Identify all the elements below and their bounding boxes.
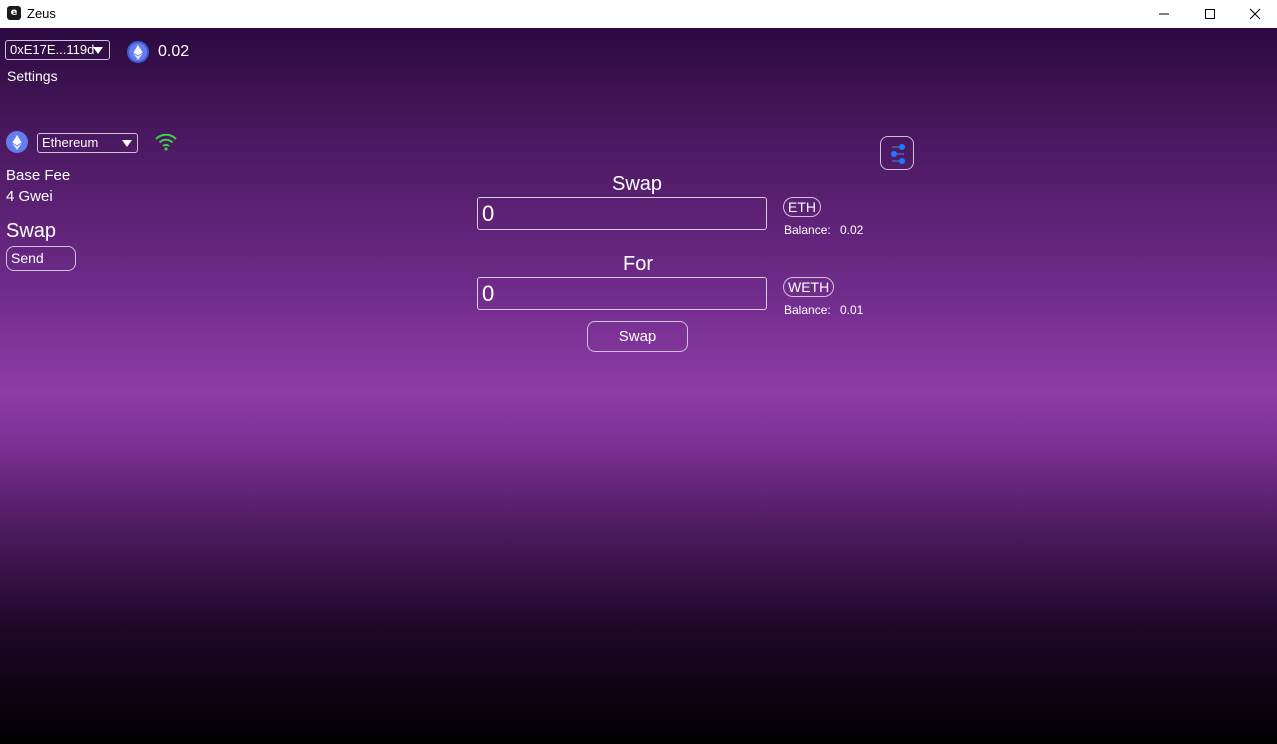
maximize-icon (1205, 9, 1215, 19)
close-button[interactable] (1232, 0, 1277, 28)
minimize-button[interactable] (1141, 0, 1187, 28)
base-fee-label: Base Fee (6, 167, 71, 184)
account-address: 0xE17E...119d (10, 42, 95, 57)
base-fee-value: 4 Gwei (6, 188, 53, 205)
to-token-button[interactable]: WETH (783, 277, 835, 297)
to-balance-label: Balance: (784, 303, 831, 317)
window-title: Zeus (27, 6, 56, 21)
swap-heading: Swap (6, 220, 57, 242)
swap-settings-button[interactable] (880, 136, 914, 170)
network-select[interactable]: Ethereum (37, 133, 138, 153)
swap-to-title: For (623, 253, 653, 275)
network-name: Ethereum (42, 135, 99, 150)
chevron-down-icon (93, 47, 103, 54)
send-button[interactable]: Send (6, 246, 76, 271)
from-balance-label: Balance: (784, 223, 831, 237)
to-amount-input[interactable] (477, 277, 767, 310)
app-icon: e (7, 6, 21, 20)
swap-submit-button[interactable]: Swap (587, 321, 688, 352)
minimize-icon (1159, 13, 1169, 15)
chevron-down-icon (122, 140, 132, 147)
to-balance-value: 0.01 (840, 303, 864, 317)
account-balance: 0.02 (158, 43, 190, 60)
close-icon (1249, 8, 1261, 20)
from-balance-value: 0.02 (840, 223, 864, 237)
app-content: 0xE17E...119d 0.02 Settings Ethereum Bas… (0, 28, 1277, 744)
from-amount-input[interactable] (477, 197, 767, 230)
sliders-icon (891, 144, 905, 164)
wifi-icon (155, 133, 177, 151)
swap-from-title: Swap (611, 173, 663, 195)
settings-link[interactable]: Settings (7, 68, 58, 84)
network-ethereum-icon (6, 131, 28, 153)
title-bar: e Zeus (0, 0, 1277, 28)
ethereum-icon (127, 41, 149, 63)
maximize-button[interactable] (1187, 0, 1233, 28)
from-token-button[interactable]: ETH (783, 197, 821, 217)
account-select[interactable]: 0xE17E...119d (5, 40, 110, 60)
